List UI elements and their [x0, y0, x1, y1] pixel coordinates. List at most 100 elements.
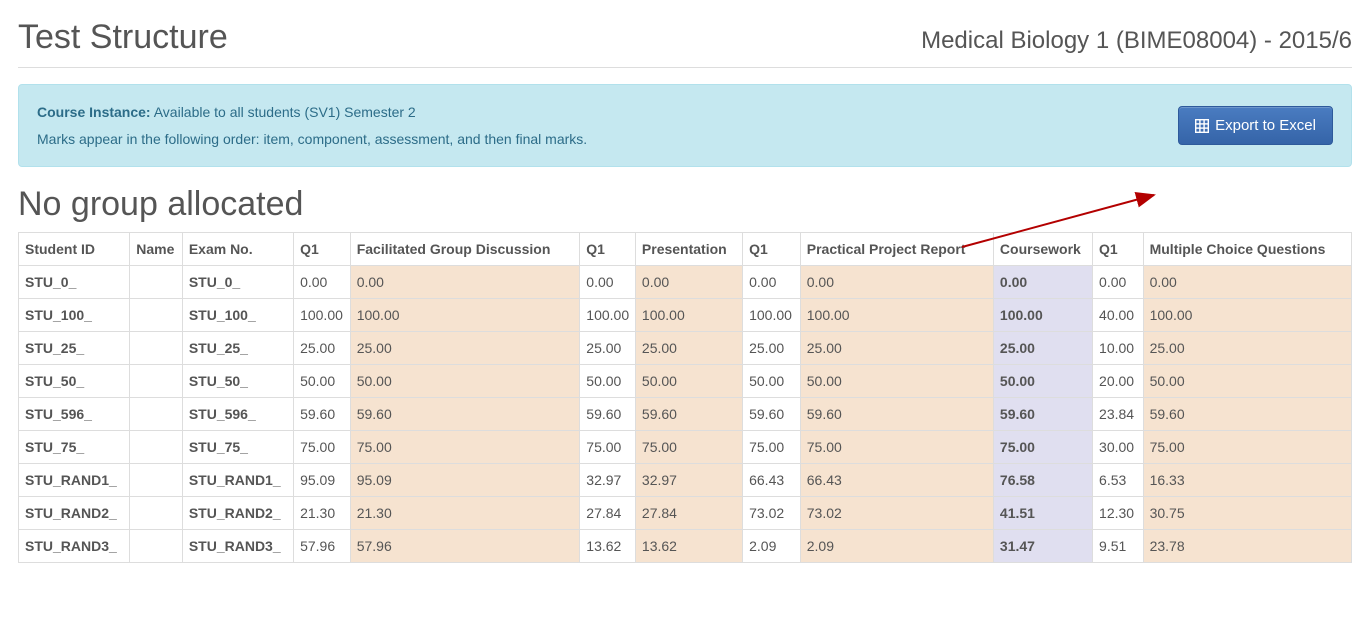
table-cell: 76.58 [993, 464, 1092, 497]
export-button-label: Export to Excel [1215, 117, 1316, 134]
course-title: Medical Biology 1 (BIME08004) - 2015/6 [921, 27, 1352, 55]
table-row: STU_0_STU_0_0.000.000.000.000.000.000.00… [19, 266, 1352, 299]
table-cell: 59.60 [1143, 398, 1351, 431]
table-cell: 25.00 [580, 332, 636, 365]
course-instance-label: Course Instance: [37, 104, 151, 120]
table-cell: 50.00 [350, 365, 580, 398]
table-cell: 12.30 [1093, 497, 1144, 530]
table-cell: 0.00 [1143, 266, 1351, 299]
table-cell: 20.00 [1093, 365, 1144, 398]
table-cell: STU_25_ [182, 332, 293, 365]
table-cell: 6.53 [1093, 464, 1144, 497]
grid-icon [1195, 119, 1209, 133]
table-cell: 59.60 [350, 398, 580, 431]
table-cell: 25.00 [800, 332, 993, 365]
table-row: STU_RAND1_STU_RAND1_95.0995.0932.9732.97… [19, 464, 1352, 497]
table-cell [130, 497, 183, 530]
table-cell: 0.00 [294, 266, 351, 299]
table-cell: 59.60 [743, 398, 801, 431]
col-header: Student ID [19, 233, 130, 266]
table-cell: 25.00 [350, 332, 580, 365]
table-cell: STU_596_ [182, 398, 293, 431]
table-cell: 50.00 [1143, 365, 1351, 398]
table-cell [130, 332, 183, 365]
table-cell: 75.00 [294, 431, 351, 464]
col-header: Q1 [1093, 233, 1144, 266]
table-row: STU_50_STU_50_50.0050.0050.0050.0050.005… [19, 365, 1352, 398]
table-cell: 50.00 [743, 365, 801, 398]
course-instance-value: Available to all students (SV1) Semester… [154, 104, 416, 120]
col-header: Name [130, 233, 183, 266]
table-cell: 95.09 [350, 464, 580, 497]
table-cell: 75.00 [635, 431, 742, 464]
table-cell: 0.00 [800, 266, 993, 299]
table-cell: 2.09 [743, 530, 801, 563]
col-header: Q1 [294, 233, 351, 266]
table-cell [130, 299, 183, 332]
table-cell: 2.09 [800, 530, 993, 563]
table-cell: 9.51 [1093, 530, 1144, 563]
table-cell: 100.00 [350, 299, 580, 332]
table-cell: 50.00 [580, 365, 636, 398]
export-to-excel-button[interactable]: Export to Excel [1178, 106, 1333, 145]
table-cell: STU_75_ [19, 431, 130, 464]
table-cell: 10.00 [1093, 332, 1144, 365]
table-cell: STU_RAND1_ [19, 464, 130, 497]
table-cell: 59.60 [580, 398, 636, 431]
table-cell: 32.97 [580, 464, 636, 497]
col-header: Multiple Choice Questions [1143, 233, 1351, 266]
table-row: STU_75_STU_75_75.0075.0075.0075.0075.007… [19, 431, 1352, 464]
table-cell: 75.00 [1143, 431, 1351, 464]
info-alert: Course Instance: Available to all studen… [18, 84, 1352, 167]
table-cell: 59.60 [294, 398, 351, 431]
table-cell: 75.00 [580, 431, 636, 464]
table-cell: 100.00 [635, 299, 742, 332]
table-cell [130, 530, 183, 563]
table-cell: 0.00 [743, 266, 801, 299]
table-cell: 25.00 [1143, 332, 1351, 365]
table-row: STU_RAND3_STU_RAND3_57.9657.9613.6213.62… [19, 530, 1352, 563]
table-cell: 50.00 [635, 365, 742, 398]
table-cell: 100.00 [800, 299, 993, 332]
table-cell: 50.00 [993, 365, 1092, 398]
table-cell: 23.84 [1093, 398, 1144, 431]
table-cell: 25.00 [294, 332, 351, 365]
table-cell: STU_100_ [19, 299, 130, 332]
table-cell: STU_0_ [19, 266, 130, 299]
table-cell: STU_100_ [182, 299, 293, 332]
table-row: STU_100_STU_100_100.00100.00100.00100.00… [19, 299, 1352, 332]
table-cell: 30.75 [1143, 497, 1351, 530]
table-cell: 73.02 [800, 497, 993, 530]
table-cell: 100.00 [993, 299, 1092, 332]
table-cell [130, 431, 183, 464]
table-cell: 59.60 [635, 398, 742, 431]
table-cell: STU_RAND2_ [182, 497, 293, 530]
col-header: Practical Project Report [800, 233, 993, 266]
table-cell: 75.00 [743, 431, 801, 464]
table-cell: 32.97 [635, 464, 742, 497]
table-cell: 75.00 [800, 431, 993, 464]
col-header: Q1 [743, 233, 801, 266]
table-cell [130, 398, 183, 431]
col-header: Exam No. [182, 233, 293, 266]
table-cell: 25.00 [743, 332, 801, 365]
table-cell: 57.96 [294, 530, 351, 563]
section-title: No group allocated [18, 185, 1352, 224]
table-cell: 100.00 [1143, 299, 1351, 332]
marks-order-note: Marks appear in the following order: ite… [37, 126, 587, 153]
page-title: Test Structure [18, 18, 228, 57]
table-cell: 23.78 [1143, 530, 1351, 563]
table-cell: STU_0_ [182, 266, 293, 299]
table-cell: 73.02 [743, 497, 801, 530]
table-cell: 27.84 [635, 497, 742, 530]
table-cell: 25.00 [635, 332, 742, 365]
table-cell: 0.00 [1093, 266, 1144, 299]
table-cell: 75.00 [993, 431, 1092, 464]
table-cell [130, 266, 183, 299]
table-cell: STU_RAND3_ [182, 530, 293, 563]
table-cell: 100.00 [743, 299, 801, 332]
marks-table: Student IDNameExam No.Q1Facilitated Grou… [18, 232, 1352, 563]
table-cell: 66.43 [743, 464, 801, 497]
table-cell: 59.60 [993, 398, 1092, 431]
table-cell [130, 365, 183, 398]
